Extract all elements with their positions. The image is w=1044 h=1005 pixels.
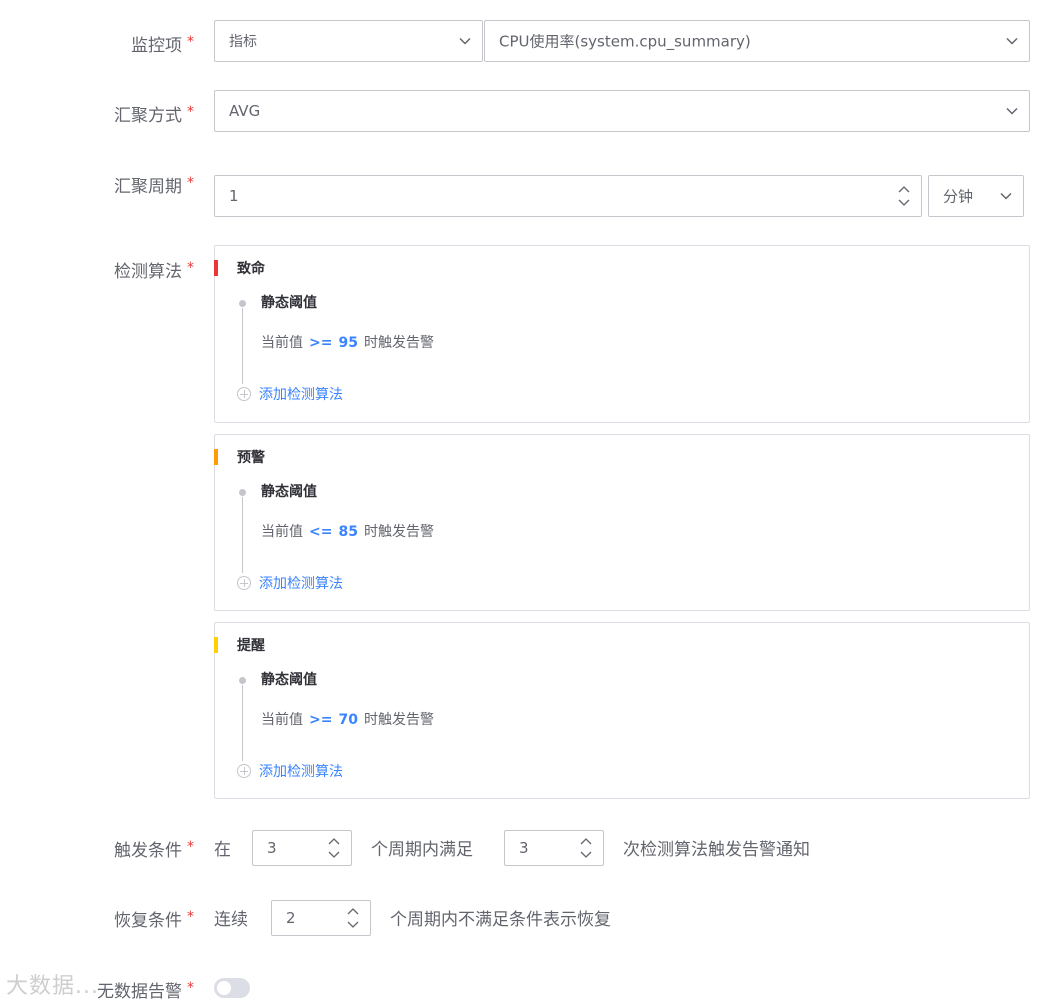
recovery-period-input[interactable]: 2: [271, 900, 371, 936]
timeline-dot: [239, 300, 246, 307]
level-name: 致命: [237, 261, 265, 277]
period-value: 1: [229, 187, 239, 205]
timeline-line: [242, 308, 243, 384]
recovery-text-1: 连续: [214, 910, 248, 930]
period-input[interactable]: 1: [214, 175, 922, 217]
condition-suffix: 时触发告警: [363, 524, 434, 540]
aggregation-select[interactable]: AVG: [214, 90, 1030, 132]
condition-operator[interactable]: >=: [309, 712, 332, 728]
chevron-down-icon: [1005, 104, 1019, 118]
metric-select[interactable]: CPU使用率(system.cpu_summary): [484, 20, 1030, 62]
metric-value: CPU使用率(system.cpu_summary): [499, 32, 751, 51]
metric-type-value: 指标: [229, 34, 257, 50]
nodata-label: 无数据告警: [97, 982, 182, 1002]
condition-text: 当前值 >= 70 时触发告警: [261, 709, 434, 729]
detection-card-warning: 预警 静态阈值 当前值 <= 85 时触发告警 添加检测算法: [214, 434, 1030, 611]
trigger-text-3: 次检测算法触发告警通知: [623, 840, 810, 860]
detection-label: 检测算法: [114, 262, 182, 282]
chevron-down-icon: [458, 34, 472, 48]
detection-card-reminder: 提醒 静态阈值 当前值 >= 70 时触发告警 添加检测算法: [214, 622, 1030, 799]
required-mark: *: [187, 909, 194, 925]
condition-text: 当前值 >= 95 时触发告警: [261, 332, 434, 352]
add-algorithm-label: 添加检测算法: [259, 387, 343, 403]
spinner-arrows-icon[interactable]: [897, 182, 911, 210]
recovery-label: 恢复条件: [114, 911, 182, 931]
aggregation-label: 汇聚方式: [114, 106, 182, 126]
timeline-dot: [239, 677, 246, 684]
chevron-down-icon: [999, 189, 1013, 203]
trigger-count-input[interactable]: 3: [504, 830, 604, 866]
algorithm-name: 静态阈值: [261, 672, 317, 688]
toggle-knob: [217, 981, 231, 995]
condition-prefix: 当前值: [261, 335, 303, 351]
condition-threshold[interactable]: 70: [338, 712, 357, 728]
chevron-down-icon: [1005, 34, 1019, 48]
condition-threshold[interactable]: 85: [338, 524, 357, 540]
plus-circle-icon: [237, 387, 251, 401]
aggregation-value: AVG: [229, 102, 261, 120]
trigger-text-2: 个周期内满足: [371, 840, 473, 860]
recovery-period-value: 2: [286, 909, 296, 927]
timeline-line: [242, 685, 243, 761]
watermark: 大数据...: [6, 974, 99, 999]
condition-operator[interactable]: <=: [309, 524, 332, 540]
condition-suffix: 时触发告警: [363, 335, 434, 351]
add-algorithm-button[interactable]: 添加检测算法: [237, 573, 343, 593]
plus-circle-icon: [237, 576, 251, 590]
metric-type-select[interactable]: 指标: [214, 20, 483, 62]
recovery-text-2: 个周期内不满足条件表示恢复: [390, 910, 611, 930]
trigger-text-1: 在: [214, 840, 231, 860]
level-color-bar: [214, 260, 218, 276]
period-label: 汇聚周期: [114, 177, 182, 197]
period-unit-select[interactable]: 分钟: [928, 175, 1024, 217]
add-algorithm-button[interactable]: 添加检测算法: [237, 761, 343, 781]
required-mark: *: [187, 34, 194, 50]
add-algorithm-button[interactable]: 添加检测算法: [237, 384, 343, 404]
timeline-line: [242, 497, 243, 573]
condition-suffix: 时触发告警: [363, 712, 434, 728]
spinner-arrows-icon[interactable]: [579, 834, 593, 862]
level-name: 预警: [237, 450, 265, 466]
detection-card-fatal: 致命 静态阈值 当前值 >= 95 时触发告警 添加检测算法: [214, 245, 1030, 423]
required-mark: *: [187, 980, 194, 996]
plus-circle-icon: [237, 764, 251, 778]
required-mark: *: [187, 175, 194, 191]
condition-prefix: 当前值: [261, 524, 303, 540]
condition-operator[interactable]: >=: [309, 335, 332, 351]
condition-text: 当前值 <= 85 时触发告警: [261, 521, 434, 541]
required-mark: *: [187, 839, 194, 855]
trigger-label: 触发条件: [114, 841, 182, 861]
add-algorithm-label: 添加检测算法: [259, 576, 343, 592]
period-unit-value: 分钟: [943, 187, 974, 206]
spinner-arrows-icon[interactable]: [327, 834, 341, 862]
condition-prefix: 当前值: [261, 712, 303, 728]
level-name: 提醒: [237, 638, 265, 654]
required-mark: *: [187, 260, 194, 276]
trigger-period-value: 3: [267, 839, 277, 857]
trigger-period-input[interactable]: 3: [252, 830, 352, 866]
algorithm-name: 静态阈值: [261, 295, 317, 311]
add-algorithm-label: 添加检测算法: [259, 764, 343, 780]
timeline-dot: [239, 489, 246, 496]
metric-label: 监控项: [131, 36, 182, 56]
level-color-bar: [214, 637, 218, 653]
nodata-toggle[interactable]: [214, 978, 250, 998]
trigger-count-value: 3: [519, 839, 529, 857]
condition-threshold[interactable]: 95: [338, 335, 357, 351]
required-mark: *: [187, 104, 194, 120]
algorithm-name: 静态阈值: [261, 484, 317, 500]
spinner-arrows-icon[interactable]: [346, 904, 360, 932]
level-color-bar: [214, 449, 218, 465]
